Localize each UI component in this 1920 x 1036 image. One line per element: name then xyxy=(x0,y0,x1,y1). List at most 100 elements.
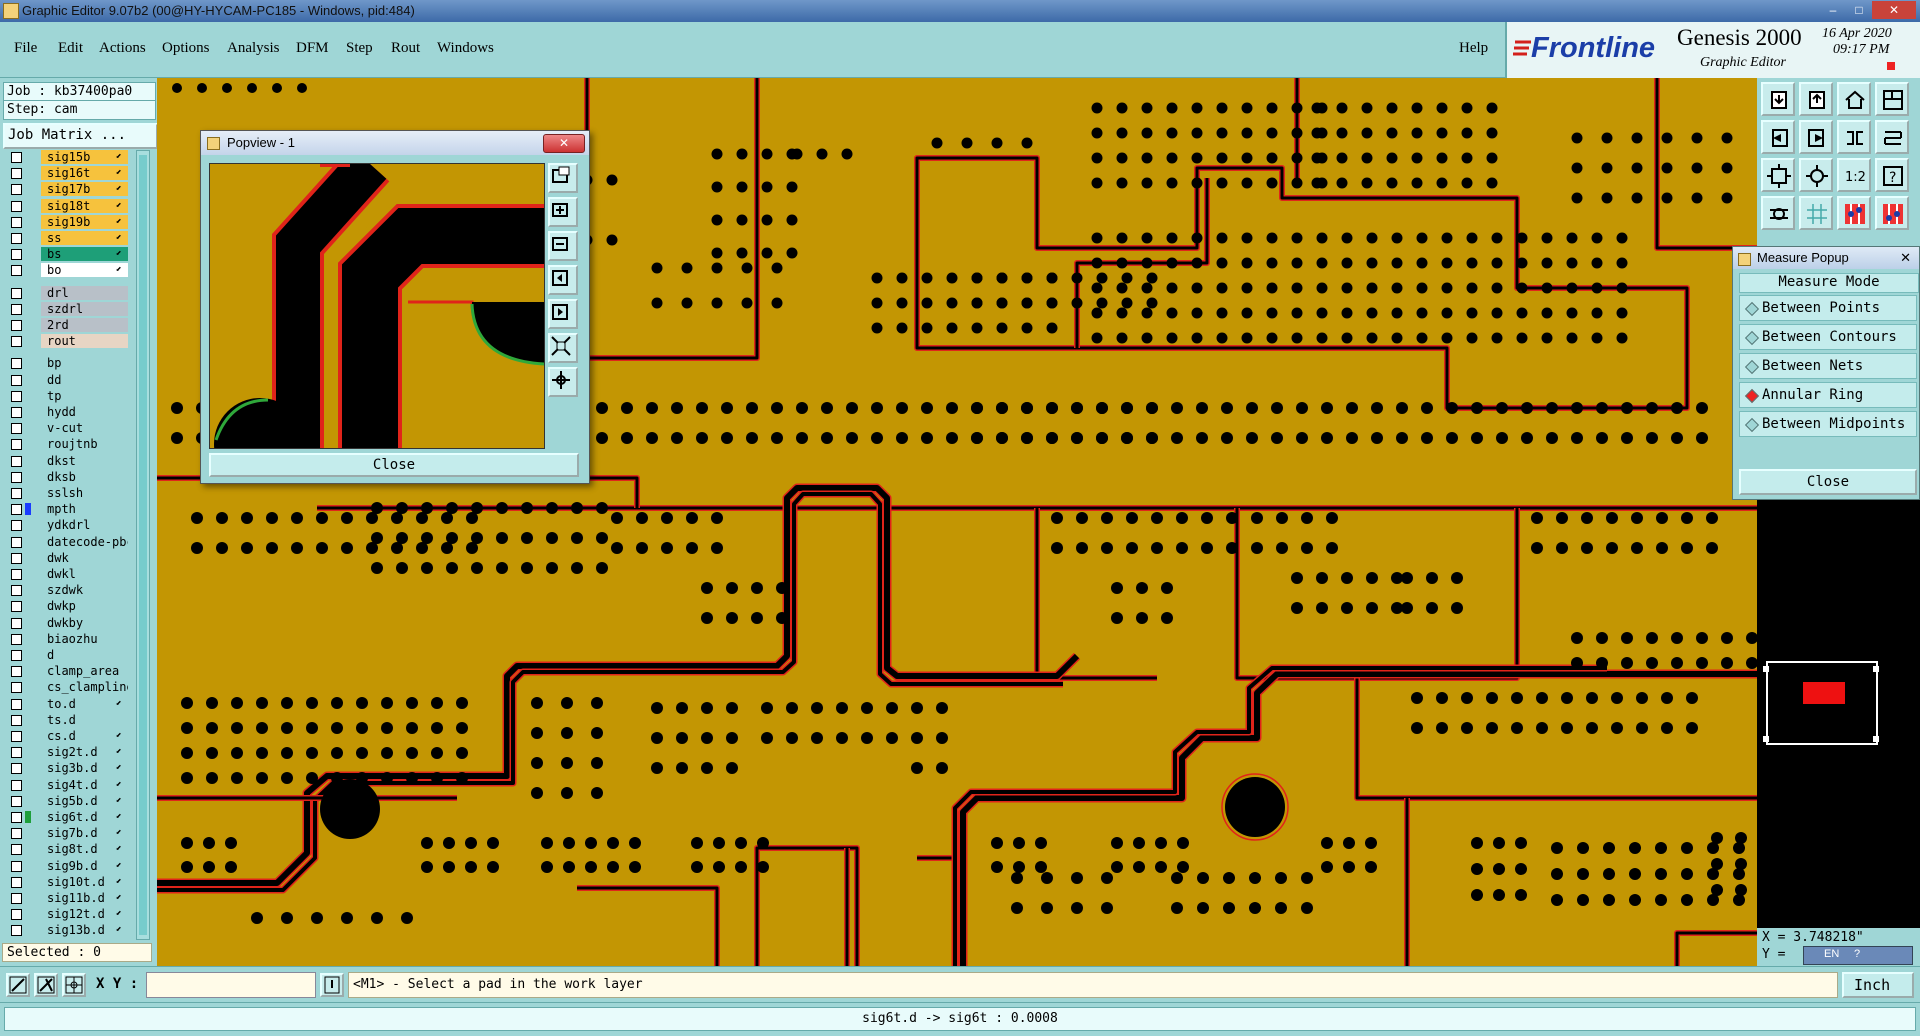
layer-checkbox[interactable] xyxy=(11,184,22,196)
measure-mode-between-midpoints[interactable]: Between Midpoints xyxy=(1739,411,1917,437)
measure-close-x-icon[interactable]: ✕ xyxy=(1900,247,1911,269)
menu-rout[interactable]: Rout xyxy=(391,40,420,57)
select-mode-icon[interactable] xyxy=(6,973,30,997)
layer-checkbox[interactable] xyxy=(11,828,22,840)
layer-row-sig6t-d[interactable]: sig6t.d ⬋ xyxy=(6,810,128,824)
layer-checkbox[interactable] xyxy=(11,876,22,888)
save-icon[interactable] xyxy=(1799,82,1833,116)
zoom-center-icon[interactable] xyxy=(1799,158,1833,192)
job-matrix-button[interactable]: Job Matrix ... xyxy=(3,123,158,149)
menu-help[interactable]: Help xyxy=(1459,40,1488,57)
layer-row-sig15b[interactable]: sig15b ⬋ xyxy=(6,150,128,164)
layer-checkbox[interactable] xyxy=(11,747,22,759)
layer-row-sig18t[interactable]: sig18t ⬋ xyxy=(6,198,128,213)
layer-row-tp[interactable]: tp xyxy=(6,388,128,403)
layer-checkbox[interactable] xyxy=(11,287,22,299)
popview-close-x-button[interactable]: ✕ xyxy=(543,134,585,153)
measure-mode-between-contours[interactable]: Between Contours xyxy=(1739,324,1917,350)
menu-analysis[interactable]: Analysis xyxy=(227,40,280,57)
layer-row-dd[interactable]: dd xyxy=(6,372,128,387)
layer-row-drl[interactable]: drl xyxy=(6,285,128,300)
layer-checkbox[interactable] xyxy=(11,390,22,402)
layer-checkbox[interactable] xyxy=(11,617,22,629)
layer-row-ydkdrl[interactable]: ydkdrl xyxy=(6,518,128,533)
layer-checkbox[interactable] xyxy=(11,168,22,180)
zoom-in-icon[interactable] xyxy=(548,197,578,227)
layer-checkbox[interactable] xyxy=(11,455,22,467)
layer-row-biaozhu[interactable]: biaozhu xyxy=(6,631,128,646)
layer-checkbox[interactable] xyxy=(11,714,22,726)
minimize-button[interactable]: – xyxy=(1820,1,1846,19)
layer-checkbox[interactable] xyxy=(11,423,22,435)
layer-row-sig19b[interactable]: sig19b ⬋ xyxy=(6,214,128,229)
layer-row-2rd[interactable]: 2rd xyxy=(6,318,128,332)
layer-row-ts-d[interactable]: ts.d xyxy=(6,712,128,727)
mirror-icon[interactable] xyxy=(1837,120,1871,154)
net-highlight-icon[interactable] xyxy=(1837,196,1871,230)
layer-row-sig7b-d[interactable]: sig7b.d ⬋ xyxy=(6,826,128,841)
measure-mode-icon[interactable] xyxy=(34,973,58,997)
layer-list-scrollbar[interactable] xyxy=(136,150,150,940)
layer-row-sig10t-d[interactable]: sig10t.d ⬋ xyxy=(6,874,128,889)
radio-icon[interactable] xyxy=(1744,359,1760,375)
pan-right-icon[interactable] xyxy=(548,299,578,329)
layer-row-v-cut[interactable]: v-cut xyxy=(6,421,128,436)
layer-row-cs-d[interactable]: cs.d ⬋ xyxy=(6,729,128,743)
layer-checkbox[interactable] xyxy=(11,336,22,348)
layer-row-clamp-area[interactable]: clamp_area xyxy=(6,664,128,679)
layer-row-sig13b-d[interactable]: sig13b.d ⬋ xyxy=(6,923,128,938)
popview-window[interactable]: Popview - 1 ✕ Close xyxy=(200,130,590,484)
overview-panel[interactable] xyxy=(1757,500,1920,928)
zoom-extents-icon[interactable] xyxy=(1761,158,1795,192)
layer-checkbox[interactable] xyxy=(11,520,22,532)
layer-checkbox[interactable] xyxy=(11,666,22,678)
measure-close-button[interactable]: Close xyxy=(1739,469,1917,495)
layer-row-sslsh[interactable]: sslsh xyxy=(6,486,128,500)
layer-checkbox[interactable] xyxy=(11,763,22,775)
open-icon[interactable] xyxy=(1761,82,1795,116)
layer-checkbox[interactable] xyxy=(11,488,22,499)
layer-row-hydd[interactable]: hydd xyxy=(6,405,128,419)
layer-row-dwkl[interactable]: dwkl xyxy=(6,567,128,581)
fit-icon[interactable] xyxy=(548,333,578,363)
zoom-out-icon[interactable] xyxy=(548,231,578,261)
layer-checkbox[interactable] xyxy=(11,471,22,483)
layer-row-to-d[interactable]: to.d ⬋ xyxy=(6,696,128,711)
menu-edit[interactable]: Edit xyxy=(58,40,83,57)
layer-checkbox[interactable] xyxy=(11,585,22,597)
layer-row-sig5b-d[interactable]: sig5b.d ⬋ xyxy=(6,793,128,808)
menu-windows[interactable]: Windows xyxy=(437,40,494,57)
move-left-icon[interactable] xyxy=(1761,120,1795,154)
layer-checkbox[interactable] xyxy=(11,731,22,742)
ime-en-icon[interactable]: EN xyxy=(1824,948,1839,960)
layer-row-sig9b-d[interactable]: sig9b.d ⬋ xyxy=(6,858,128,873)
layer-row-bs[interactable]: bs ⬋ xyxy=(6,247,128,262)
layer-checkbox[interactable] xyxy=(11,893,22,904)
layer-checkbox[interactable] xyxy=(11,200,22,212)
layer-row-szdrl[interactable]: szdrl xyxy=(6,301,128,316)
layer-checkbox[interactable] xyxy=(11,844,22,856)
layer-checkbox[interactable] xyxy=(11,233,22,244)
menu-options[interactable]: Options xyxy=(162,40,210,57)
grid-icon[interactable] xyxy=(1799,196,1833,230)
layer-row-sig8t-d[interactable]: sig8t.d ⬋ xyxy=(6,842,128,857)
layer-row-ss[interactable]: ss ⬋ xyxy=(6,231,128,245)
layer-checkbox[interactable] xyxy=(11,439,22,451)
layer-row-bp[interactable]: bp xyxy=(6,356,128,371)
layer-row-sig12t-d[interactable]: sig12t.d ⬋ xyxy=(6,907,128,922)
pan-left-icon[interactable] xyxy=(548,265,578,295)
layer-checkbox[interactable] xyxy=(11,569,22,580)
home-icon[interactable] xyxy=(1837,82,1871,116)
units-selector[interactable]: Inch xyxy=(1842,972,1914,998)
layer-checkbox[interactable] xyxy=(11,152,22,163)
layer-checkbox[interactable] xyxy=(11,925,22,937)
layer-row-dwkby[interactable]: dwkby xyxy=(6,615,128,630)
info-icon[interactable] xyxy=(320,973,344,997)
layer-row-dkst[interactable]: dkst xyxy=(6,453,128,468)
layer-checkbox[interactable] xyxy=(11,504,22,516)
layer-checkbox[interactable] xyxy=(11,249,22,261)
layer-checkbox[interactable] xyxy=(11,358,22,370)
overview-map[interactable] xyxy=(1757,500,1920,928)
scale-ratio-icon[interactable]: 1:2 xyxy=(1837,158,1871,192)
snap-icon[interactable] xyxy=(1875,120,1909,154)
